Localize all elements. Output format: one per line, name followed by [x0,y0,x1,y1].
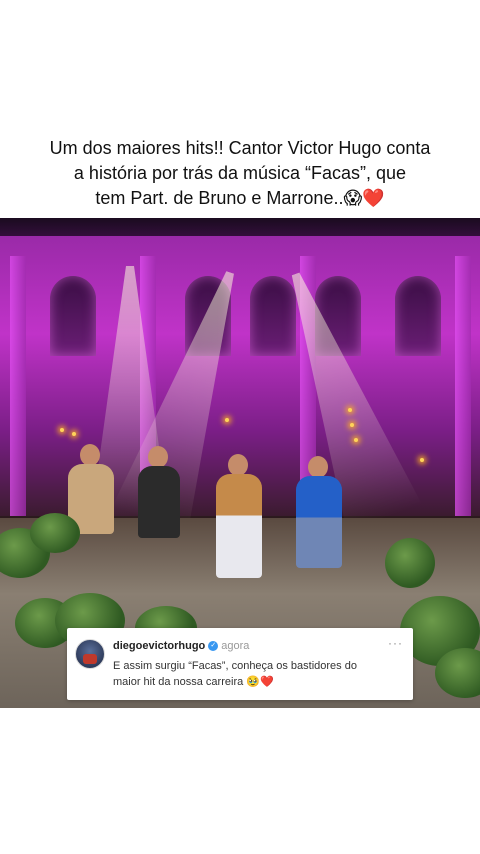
string-light [60,428,64,432]
string-light [354,438,358,442]
username[interactable]: diegoevictorhugo [113,640,205,652]
performer-head [148,446,168,468]
comment-header: diegoevictorhugo ✓ agora [113,640,249,652]
comment-line-1: E assim surgiu “Facas”, conheça os basti… [113,660,357,672]
user-avatar[interactable] [75,639,105,669]
performer [296,476,342,568]
performer [138,466,180,538]
performer-head [308,456,328,478]
building-arch [50,276,96,356]
hedge-bush [30,513,80,553]
performer-head [228,454,248,476]
instagram-comment-card[interactable]: diegoevictorhugo ✓ agora ··· E assim surgi… [67,628,413,700]
caption-line-1: Um dos maiores hits!! Cantor Victor Hugo… [49,138,431,158]
performer-head [80,444,100,466]
building-pillar [10,256,26,516]
comment-time: agora [221,640,250,652]
caption-line-2: a história por trás da música “Facas”, q… [73,163,407,183]
hedge-bush [385,538,435,588]
performer [216,474,262,578]
string-light [348,408,352,412]
building-arch [395,276,441,356]
caption-line-3: tem Part. de Bruno e Marrone..😱❤️ [95,188,385,208]
comment-text: E assim surgiu “Facas”, conheça os basti… [113,658,403,690]
comment-line-2: maior hit da nossa carreira 🥹❤️ [113,676,274,688]
string-light [225,418,229,422]
more-options-icon[interactable]: ··· [388,636,403,650]
string-light [350,423,354,427]
string-light [420,458,424,462]
post-caption: Um dos maiores hits!! Cantor Victor Hugo… [0,136,480,211]
verified-badge-icon: ✓ [208,641,219,652]
building-pillar [455,256,471,516]
building-arch [250,276,296,356]
string-light [72,432,76,436]
